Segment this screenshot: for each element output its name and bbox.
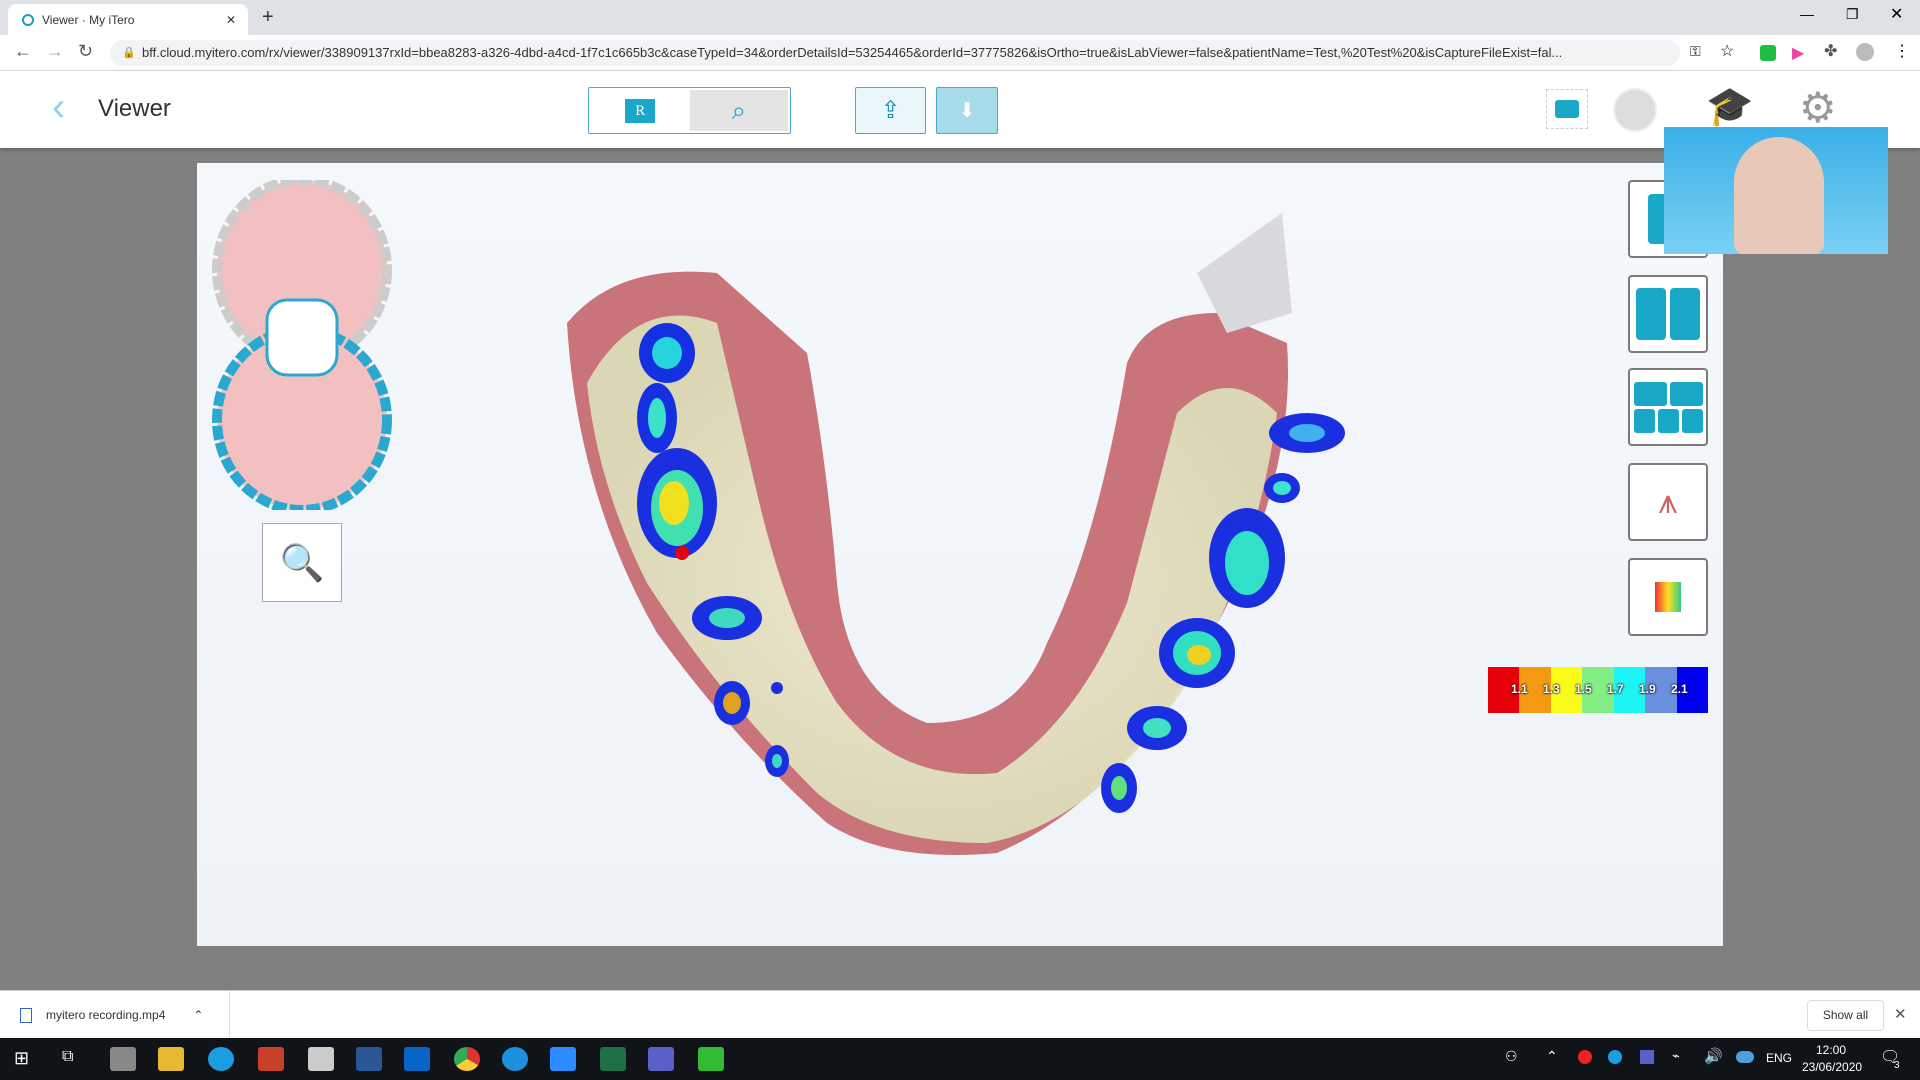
alert-tray-icon[interactable]	[1578, 1050, 1592, 1064]
skype-icon[interactable]	[208, 1047, 234, 1071]
people-icon[interactable]: ⚇	[1505, 1048, 1518, 1065]
jaw-diagram-icon	[212, 175, 392, 515]
share-button[interactable]: ⇪	[855, 87, 926, 134]
page-title: Viewer	[98, 95, 171, 122]
excel-icon[interactable]	[600, 1047, 626, 1071]
profile-icon[interactable]	[1856, 43, 1874, 61]
tooth-margin-icon: ⩚	[1658, 482, 1678, 521]
chrome-icon[interactable]	[454, 1047, 480, 1071]
scale-label: 1.9	[1639, 682, 1656, 696]
scale-label: 1.1	[1511, 682, 1528, 696]
word-icon[interactable]	[356, 1047, 382, 1071]
volume-icon[interactable]: 🔊	[1704, 1047, 1723, 1065]
menu-icon[interactable]: ⋮	[1894, 41, 1910, 61]
tooth-magnifier-icon: 🔍	[279, 541, 325, 583]
back-chevron-icon[interactable]: ‹	[52, 85, 65, 130]
export-icon: ⬇	[958, 100, 976, 122]
skype-tray-icon[interactable]	[1608, 1050, 1622, 1064]
notification-count: 3	[1894, 1060, 1900, 1071]
chevron-up-icon[interactable]: ⌃	[193, 1008, 203, 1022]
file-explorer-icon[interactable]	[158, 1047, 184, 1071]
export-button[interactable]: ⬇	[936, 87, 998, 134]
task-view-icon[interactable]: ⧉	[62, 1048, 73, 1066]
app-icon[interactable]	[110, 1047, 136, 1071]
jaw-model[interactable]	[197, 163, 1723, 946]
view-mode-toggle: R ⌕	[588, 87, 791, 134]
back-icon[interactable]: ←	[14, 41, 32, 62]
windows-start-icon[interactable]: ⊞	[14, 1048, 29, 1069]
clock-date[interactable]: 23/06/2020	[1802, 1060, 1862, 1074]
extension-icon[interactable]	[1760, 45, 1776, 61]
occlusal-map-icon	[1655, 582, 1681, 612]
scale-label: 2.1	[1671, 682, 1688, 696]
browser-tab[interactable]: Viewer · My iTero ✕	[8, 4, 248, 35]
power-icon[interactable]: ⌁	[1672, 1048, 1680, 1064]
graduation-cap-icon[interactable]: 🎓	[1706, 85, 1753, 129]
key-icon[interactable]: ⚿	[1690, 43, 1701, 60]
multi-view-button[interactable]	[1628, 368, 1708, 446]
3d-viewer-canvas[interactable]: 🔍 ⩚	[197, 163, 1723, 946]
restorative-icon: R	[625, 98, 656, 123]
reload-icon[interactable]: ↻	[78, 41, 93, 62]
scale-label: 1.3	[1543, 682, 1560, 696]
gear-icon[interactable]: ⚙	[1799, 83, 1837, 132]
tray-chevron-icon[interactable]: ⌃	[1546, 1048, 1558, 1065]
camera-icon	[1555, 100, 1579, 118]
forward-icon[interactable]: →	[46, 41, 64, 62]
clearance-color-scale: 1.1 1.3 1.5 1.7 1.9 2.1	[1488, 667, 1708, 713]
close-window-icon[interactable]: ✕	[1890, 4, 1903, 24]
app-header: ‹ Viewer R ⌕ ⇪ ⬇ 🎓 ⚙	[0, 71, 1920, 148]
edge-icon[interactable]	[502, 1047, 528, 1071]
browser-tab-bar: Viewer · My iTero ✕ + — ❐ ✕	[0, 0, 1920, 35]
zoom-icon[interactable]	[550, 1047, 576, 1071]
download-filename: myitero recording.mp4	[46, 1008, 166, 1022]
puzzle-icon[interactable]: ✤	[1824, 41, 1837, 61]
restorative-view-button[interactable]: R	[591, 90, 690, 131]
itero-favicon-icon	[22, 13, 34, 26]
avatar[interactable]	[1613, 88, 1657, 132]
review-tool-button[interactable]: ⌕	[689, 90, 788, 131]
show-all-button[interactable]: Show all	[1807, 1000, 1884, 1031]
powerpoint-icon[interactable]	[258, 1047, 284, 1071]
url-text: bff.cloud.myitero.com/rx/viewer/33890913…	[142, 45, 1563, 60]
tooth-zoom-button[interactable]: 🔍	[262, 523, 342, 602]
download-bar: myitero recording.mp4 ⌃ Show all ✕	[0, 990, 1920, 1039]
teams-icon[interactable]	[648, 1047, 674, 1071]
new-tab-icon[interactable]: +	[262, 6, 274, 29]
share-icon: ⇪	[880, 97, 901, 124]
scale-label: 1.7	[1607, 682, 1624, 696]
outlook-icon[interactable]	[404, 1047, 430, 1071]
camtasia-icon[interactable]	[698, 1047, 724, 1071]
presenter-video	[1734, 137, 1824, 254]
occlusal-clearance-button[interactable]	[1628, 558, 1708, 636]
snapshot-button[interactable]	[1546, 89, 1588, 129]
restore-icon[interactable]: ❐	[1846, 6, 1859, 23]
webcam-overlay	[1664, 127, 1888, 254]
url-field[interactable]: 🔒 bff.cloud.myitero.com/rx/viewer/3389091…	[110, 40, 1680, 66]
taskbar: ⊞ ⧉ ⚇ ⌃ ⌁ 🔊 ENG 12:00 23/06/2020 🗨 3	[0, 1038, 1920, 1080]
close-download-bar-icon[interactable]: ✕	[1894, 1005, 1907, 1023]
address-bar-row: ← → ↻ 🔒 bff.cloud.myitero.com/rx/viewer/3…	[0, 35, 1920, 71]
jaw-selector[interactable]	[212, 175, 392, 515]
dual-view-icon	[1636, 288, 1700, 340]
tab-title: Viewer · My iTero	[42, 12, 135, 27]
dual-view-button[interactable]	[1628, 275, 1708, 353]
video-file-icon	[20, 1007, 32, 1023]
onedrive-icon[interactable]	[1736, 1051, 1754, 1063]
minimize-icon[interactable]: —	[1800, 6, 1814, 22]
clock-time[interactable]: 12:00	[1816, 1043, 1846, 1057]
download-item[interactable]: myitero recording.mp4 ⌃	[0, 991, 230, 1039]
multi-view-icon	[1633, 381, 1703, 433]
play-extension-icon[interactable]: ▶	[1792, 43, 1804, 63]
lock-icon: 🔒	[122, 47, 136, 59]
app-icon[interactable]	[308, 1047, 334, 1071]
close-tab-icon[interactable]: ✕	[226, 13, 236, 27]
teams-tray-icon[interactable]	[1640, 1050, 1654, 1064]
magnifier-icon: ⌕	[731, 94, 747, 125]
margin-line-button[interactable]: ⩚	[1628, 463, 1708, 541]
language-indicator[interactable]: ENG	[1766, 1051, 1792, 1065]
star-icon[interactable]: ☆	[1720, 41, 1734, 61]
scale-label: 1.5	[1575, 682, 1592, 696]
